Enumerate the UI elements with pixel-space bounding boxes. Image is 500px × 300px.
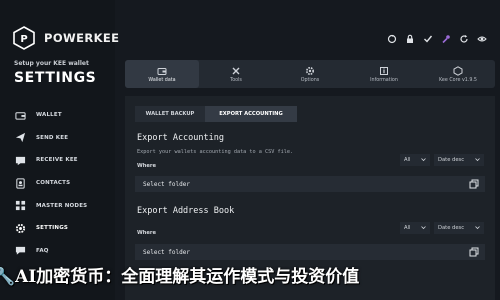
subtab-export-accounting[interactable]: EXPORT ACCOUNTING bbox=[205, 106, 297, 122]
settings-tabbar: Wallet data Tools Options Information Ke… bbox=[125, 60, 495, 88]
accounting-sort-select[interactable]: Date desc bbox=[434, 154, 484, 166]
svg-text:P: P bbox=[20, 34, 27, 45]
faq-icon bbox=[14, 245, 26, 257]
export-accounting-description: Export your wallets accounting data to a… bbox=[137, 149, 294, 155]
brand-name: POWERKEE bbox=[44, 31, 120, 45]
tab-tools[interactable]: Tools bbox=[199, 60, 273, 88]
tab-label: Kee Core v1.9.5 bbox=[438, 77, 477, 83]
sidebar-item-label: SEND KEE bbox=[36, 134, 69, 141]
wallet-icon bbox=[14, 109, 26, 121]
address-book-folder-text: Select folder bbox=[143, 248, 190, 256]
chevron-down-icon bbox=[475, 158, 480, 162]
sidebar-item-master-nodes[interactable]: MASTER NODES bbox=[0, 194, 115, 217]
chevron-down-icon bbox=[421, 226, 426, 230]
address-book-sort-value: Date desc bbox=[438, 225, 465, 231]
tab-wallet-data[interactable]: Wallet data bbox=[125, 60, 199, 88]
chevron-down-icon bbox=[421, 158, 426, 162]
accounting-filter-select[interactable]: All bbox=[400, 154, 430, 166]
tab-label: Information bbox=[370, 77, 398, 83]
information-icon bbox=[380, 66, 388, 75]
export-accounting-title: Export Accounting bbox=[137, 133, 224, 143]
chevron-down-icon bbox=[475, 226, 480, 230]
tools-icon bbox=[232, 67, 240, 74]
accounting-folder-text: Select folder bbox=[143, 180, 190, 188]
tab-label: Options bbox=[300, 77, 320, 83]
address-book-sort-select[interactable]: Date desc bbox=[434, 222, 484, 234]
export-address-book-title: Export Address Book bbox=[137, 206, 235, 216]
export-address-book-where-label: Where bbox=[137, 230, 157, 236]
receive-icon bbox=[14, 154, 26, 166]
sidebar-item-label: RECEIVE KEE bbox=[36, 157, 78, 164]
lock-icon[interactable] bbox=[402, 32, 418, 46]
wallet-data-subtabs: WALLET BACKUP EXPORT ACCOUNTING bbox=[135, 106, 297, 122]
sidebar-item-label: MASTER NODES bbox=[36, 202, 88, 209]
setup-subtitle: Setup your KEE wallet bbox=[14, 60, 89, 67]
tab-kee-core[interactable]: Kee Core v1.9.5 bbox=[421, 60, 495, 88]
sidebar-item-label: SETTINGS bbox=[36, 225, 69, 232]
refresh-icon[interactable] bbox=[456, 32, 472, 46]
wallet-data-icon bbox=[157, 67, 167, 75]
subtab-wallet-backup[interactable]: WALLET BACKUP bbox=[135, 106, 205, 122]
sidebar: P POWERKEE Setup your KEE wallet SETTING… bbox=[0, 0, 119, 300]
wrench-icon[interactable] bbox=[438, 32, 454, 46]
sync-icon[interactable] bbox=[384, 32, 400, 46]
overlay-banner-text: 🔧AI加密货币：全面理解其运作模式与投资价值 bbox=[0, 267, 360, 287]
accounting-filter-value: All bbox=[404, 157, 411, 163]
sidebar-item-settings[interactable]: SETTINGS bbox=[0, 217, 115, 240]
accounting-sort-value: Date desc bbox=[438, 157, 465, 163]
accounting-folder-field[interactable]: Select folder bbox=[135, 176, 485, 192]
tab-options[interactable]: Options bbox=[273, 60, 347, 88]
options-icon bbox=[305, 66, 315, 75]
top-toolbar bbox=[382, 32, 490, 46]
address-book-filter-value: All bbox=[404, 225, 411, 231]
settings-icon bbox=[14, 222, 26, 234]
sidebar-nav: WALLET SEND KEE RECEIVE KEE CONTACTS MAS… bbox=[0, 104, 115, 262]
brand-logo: P POWERKEE bbox=[12, 26, 119, 50]
main-content: Wallet data Tools Options Information Ke… bbox=[115, 0, 500, 300]
sidebar-item-receive-kee[interactable]: RECEIVE KEE bbox=[0, 149, 115, 172]
sidebar-item-wallet[interactable]: WALLET bbox=[0, 104, 115, 127]
check-icon[interactable] bbox=[420, 32, 436, 46]
address-book-folder-field[interactable]: Select folder bbox=[135, 244, 485, 260]
address-book-filter-select[interactable]: All bbox=[400, 222, 430, 234]
tab-label: Wallet data bbox=[148, 77, 176, 83]
powerkee-logo-icon: P bbox=[13, 26, 35, 50]
export-accounting-where-label: Where bbox=[137, 163, 157, 169]
kee-core-icon bbox=[453, 65, 463, 76]
sidebar-item-label: CONTACTS bbox=[36, 180, 71, 187]
sidebar-item-label: FAQ bbox=[36, 247, 49, 254]
contacts-icon bbox=[14, 177, 26, 189]
master-nodes-icon bbox=[14, 200, 26, 212]
sidebar-item-label: WALLET bbox=[36, 112, 62, 119]
sidebar-item-contacts[interactable]: CONTACTS bbox=[0, 172, 115, 195]
page-title: SETTINGS bbox=[14, 70, 97, 86]
copy-folder-icon[interactable] bbox=[469, 179, 479, 189]
copy-folder-icon[interactable] bbox=[469, 247, 479, 257]
sidebar-item-faq[interactable]: FAQ bbox=[0, 240, 115, 263]
tab-label: Tools bbox=[230, 77, 242, 83]
sidebar-item-send-kee[interactable]: SEND KEE bbox=[0, 127, 115, 150]
eye-icon[interactable] bbox=[474, 32, 490, 46]
send-icon bbox=[14, 132, 26, 144]
tab-information[interactable]: Information bbox=[347, 60, 421, 88]
